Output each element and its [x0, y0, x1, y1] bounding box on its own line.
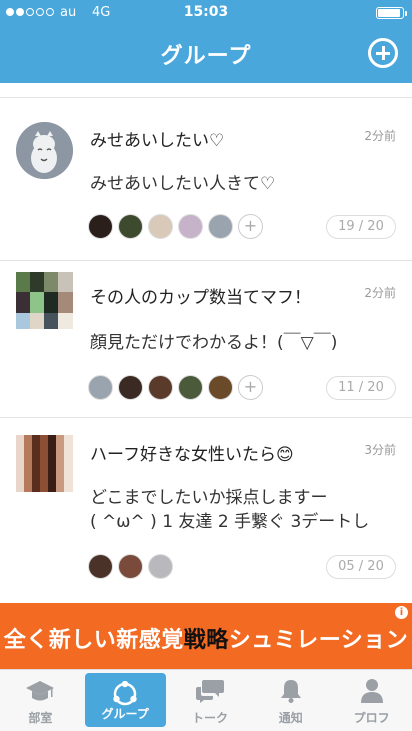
post-time: 2分前: [364, 129, 396, 143]
tab-group[interactable]: グループ: [84, 673, 166, 727]
group-description: どこまでしたいか採点しますー ( ^ω^ ) 1 友達 2 手繋ぐ 3デートし: [90, 488, 370, 532]
member-count-badge: 05 / 20: [326, 555, 396, 579]
group-title: みせあいしたい♡: [90, 131, 225, 151]
group-post[interactable]: ハーフ好きな女性いたら😊 3分前 どこまでしたいか採点しますー ( ^ω^ ) …: [0, 418, 412, 603]
ad-headline: 全く新しい新感覚戦略シュミレーション: [3, 628, 409, 653]
member-avatar[interactable]: [88, 375, 113, 400]
member-avatar[interactable]: [178, 214, 203, 239]
member-avatar[interactable]: [88, 554, 113, 579]
info-icon[interactable]: i: [395, 606, 408, 619]
group-post[interactable]: その人のカップ数当てマフ！ 2分前 顔見ただけでわかるよ！(￣▽￣) + 11 …: [0, 261, 412, 417]
member-avatars: [88, 554, 173, 579]
group-description: みせあいしたい人きて♡: [90, 174, 276, 194]
tab-notifications[interactable]: 通知: [250, 670, 331, 731]
member-avatar[interactable]: [118, 375, 143, 400]
member-avatar[interactable]: [208, 375, 233, 400]
graduation-cap-icon: [26, 681, 55, 701]
person-icon: [360, 679, 383, 703]
post-time: 3分前: [364, 443, 396, 457]
add-member-icon[interactable]: +: [238, 214, 263, 239]
plus-circle-icon[interactable]: [368, 38, 398, 68]
member-avatar[interactable]: [148, 554, 173, 579]
group-nodes-icon: [113, 681, 137, 706]
member-avatar[interactable]: [118, 214, 143, 239]
member-avatar[interactable]: [208, 214, 233, 239]
member-avatar[interactable]: [148, 214, 173, 239]
page-title: グループ: [160, 44, 252, 69]
group-avatar: [16, 122, 73, 179]
group-description: 顔見ただけでわかるよ！(￣▽￣): [90, 333, 338, 353]
tab-bar: 部室 グループ トーク 通知 プロフ: [0, 669, 412, 731]
tab-talk[interactable]: トーク: [170, 670, 251, 731]
tab-club-room[interactable]: 部室: [0, 670, 81, 731]
pixelated-photo-icon: [16, 435, 73, 492]
ad-banner[interactable]: 全く新しい新感覚戦略シュミレーション i: [0, 603, 412, 669]
alpaca-avatar-icon: [16, 122, 73, 179]
group-post[interactable]: みせあいしたい♡ 2分前 みせあいしたい人きて♡ + 19 / 20: [0, 98, 412, 260]
group-list[interactable]: みせあいしたい♡ 2分前 みせあいしたい人きて♡ + 19 / 20 その人のカ…: [0, 83, 412, 603]
member-avatar[interactable]: [88, 214, 113, 239]
member-avatars: +: [88, 214, 263, 239]
member-avatar[interactable]: [148, 375, 173, 400]
member-avatar[interactable]: [178, 375, 203, 400]
pixelated-photo-icon: [16, 272, 73, 329]
group-avatar: [16, 272, 73, 329]
group-title: ハーフ好きな女性いたら😊: [90, 445, 294, 465]
group-title: その人のカップ数当てマフ！: [90, 288, 311, 308]
group-avatar: [16, 435, 73, 492]
member-avatars: +: [88, 375, 263, 400]
member-avatar[interactable]: [118, 554, 143, 579]
member-count-badge: 11 / 20: [326, 376, 396, 400]
app-header: au 4G 15:03 グループ: [0, 0, 412, 83]
add-member-icon[interactable]: +: [238, 375, 263, 400]
member-count-badge: 19 / 20: [326, 215, 396, 239]
tab-profile[interactable]: プロフ: [331, 670, 412, 731]
battery-icon: [376, 7, 407, 19]
post-time: 2分前: [364, 286, 396, 300]
chat-bubbles-icon: [195, 680, 224, 703]
status-bar: au 4G 15:03: [0, 0, 412, 26]
clock: 15:03: [183, 4, 229, 20]
bell-icon: [280, 680, 301, 703]
